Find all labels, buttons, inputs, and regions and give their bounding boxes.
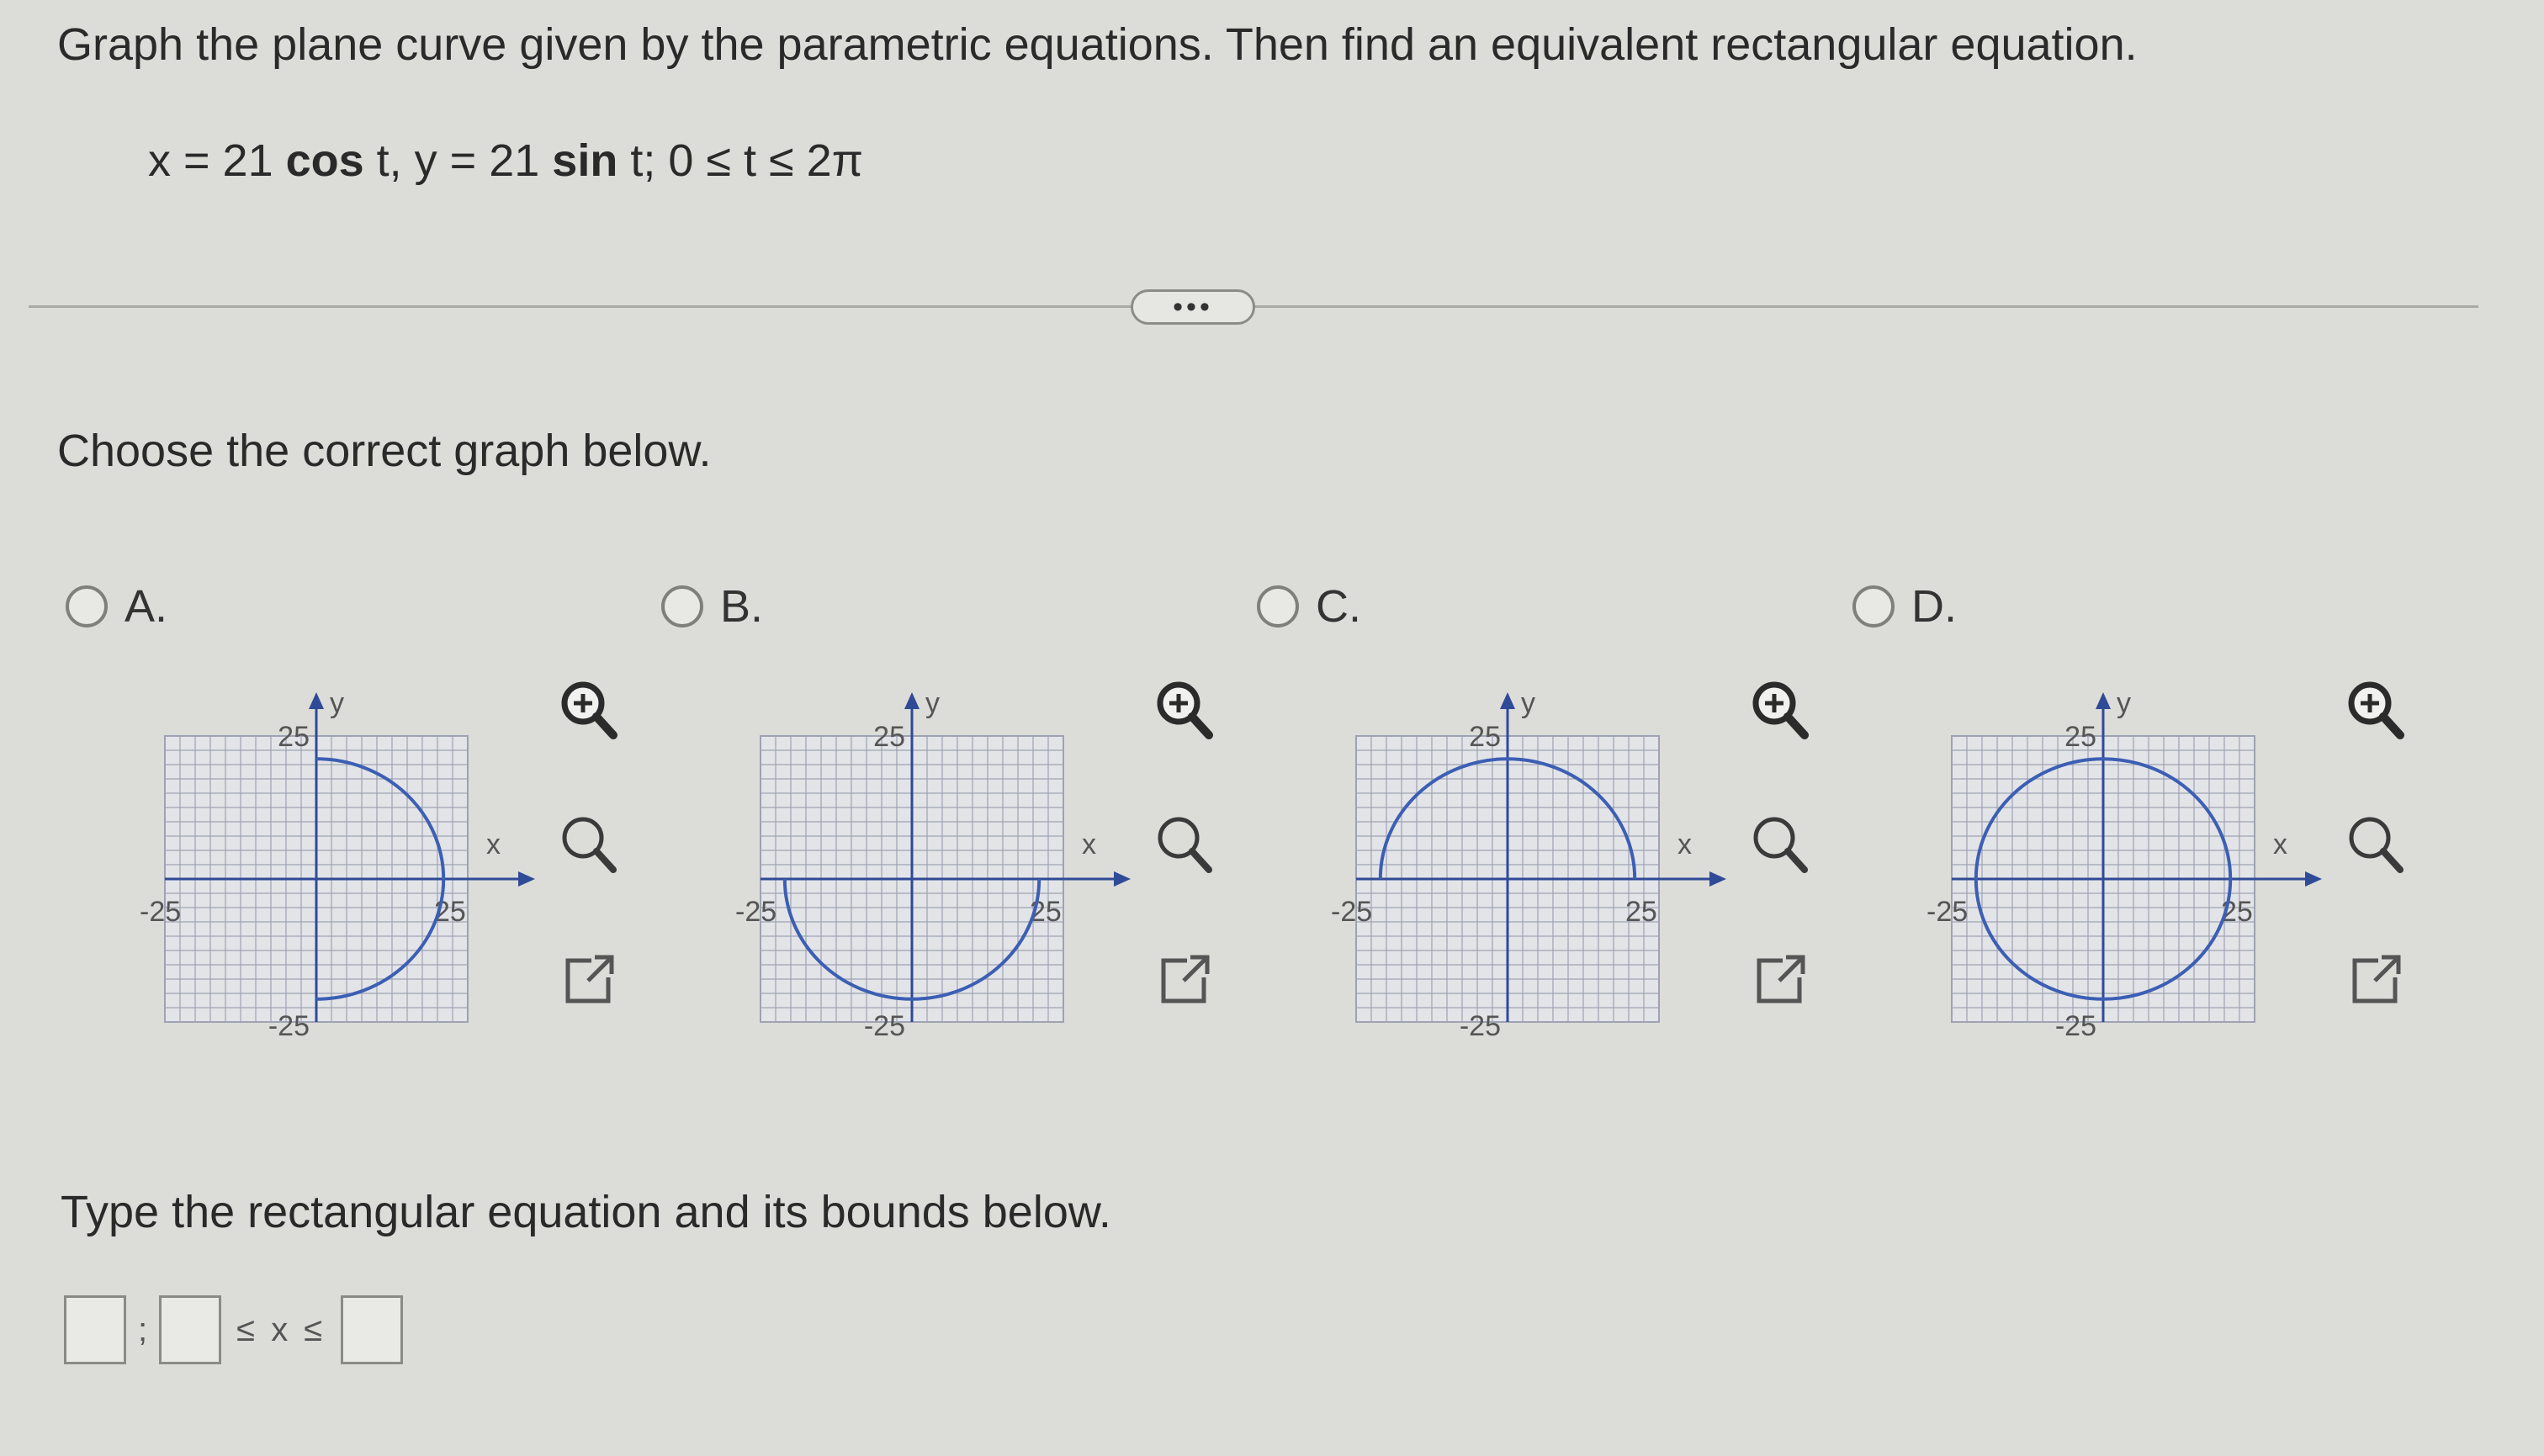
option-c[interactable]: C. [1257,580,1361,633]
x-tick-min: -25 [1927,896,1968,928]
x-axis-label: x [1677,829,1692,860]
graph-svg: yx25-25-25 25 [140,687,535,1042]
x-tick-min: -25 [140,896,181,928]
y-axis-label: y [1521,687,1535,719]
x-axis-label: x [2273,829,2287,860]
answer-separator: ; [138,1310,148,1348]
zoom-out-icon[interactable] [2338,807,2414,883]
x-tick-min: -25 [1331,896,1372,928]
eq-y-part: t, y = 21 [363,135,553,186]
option-a-label: A. [125,581,168,632]
open-in-new-window-icon[interactable] [1147,942,1222,1018]
x-tick-max: 25 [1625,896,1657,928]
y-axis-label: y [2117,687,2131,719]
option-a-radio[interactable] [66,585,108,627]
y-axis-label: y [925,687,940,719]
eq-x-part: x = 21 [148,135,286,186]
y-tick-min: -25 [864,1010,905,1042]
open-in-new-window-icon[interactable] [2338,942,2414,1018]
graph-b-tools [1147,673,1222,1009]
graph-svg: y x 25 -25 -25 25 [1331,687,1726,1042]
y-tick-min: -25 [2055,1010,2096,1042]
graph-d: y x 25 -25 -25 25 [1913,669,2322,1042]
option-b-label: B. [720,581,764,632]
answer-row: ; ≤ x ≤ [64,1295,404,1364]
option-b[interactable]: B. [661,580,763,633]
option-a[interactable]: A. [66,580,167,633]
graph-svg: yx25-25-25 25 [735,687,1131,1042]
graph-a-tools [551,673,627,1009]
y-tick-min: -25 [1460,1010,1501,1042]
x-axis-label: x [486,829,501,860]
y-tick-max: 25 [2064,721,2096,753]
eq-sin: sin [552,135,618,186]
lower-bound-input[interactable] [159,1295,222,1364]
x-tick-min: -25 [735,896,776,928]
choose-graph-prompt: Choose the correct graph below. [57,426,712,476]
option-d-label: D. [1911,581,1957,632]
graph-b: y x 25 -25 -25 25 [722,669,1131,1042]
open-in-new-window-icon[interactable] [1742,942,1818,1018]
rectangular-equation-input[interactable] [64,1295,126,1364]
option-c-label: C. [1316,581,1361,632]
option-c-radio[interactable] [1257,585,1299,627]
question-text: Graph the plane curve given by the param… [57,19,2138,70]
zoom-out-icon[interactable] [1147,807,1222,883]
y-tick-max: 25 [278,721,310,753]
zoom-in-icon[interactable] [551,673,627,749]
graph-c-tools [1742,673,1818,1009]
upper-bound-input[interactable] [341,1295,404,1364]
parametric-equations: x = 21 cos t, y = 21 sin t; 0 ≤ t ≤ 2π [148,135,863,187]
y-tick-min: -25 [268,1010,310,1042]
open-in-new-window-icon[interactable] [551,942,627,1018]
zoom-out-icon[interactable] [1742,807,1818,883]
y-axis-label: y [330,687,344,719]
graph-a: y x 25 -25 -25 25 [126,669,535,1042]
eq-cos: cos [285,135,364,186]
option-b-radio[interactable] [661,585,703,627]
zoom-in-icon[interactable] [1147,673,1222,749]
option-d-radio[interactable] [1852,585,1895,627]
zoom-in-icon[interactable] [2338,673,2414,749]
x-axis-label: x [1082,829,1096,860]
y-tick-max: 25 [1469,721,1501,753]
zoom-out-icon[interactable] [551,807,627,883]
y-tick-max: 25 [873,721,905,753]
option-d[interactable]: D. [1852,580,1957,633]
graph-c: y x 25 -25 -25 25 [1317,669,1726,1042]
eq-domain: t; 0 ≤ t ≤ 2π [617,135,863,186]
bounds-inequality: ≤ x ≤ [236,1310,326,1348]
rectangular-equation-prompt: Type the rectangular equation and its bo… [61,1187,1111,1237]
expand-more-button[interactable]: ••• [1131,289,1255,325]
graph-d-tools [2338,673,2414,1009]
graph-svg: yx25-25-25 25 [1927,687,2322,1042]
zoom-in-icon[interactable] [1742,673,1818,749]
